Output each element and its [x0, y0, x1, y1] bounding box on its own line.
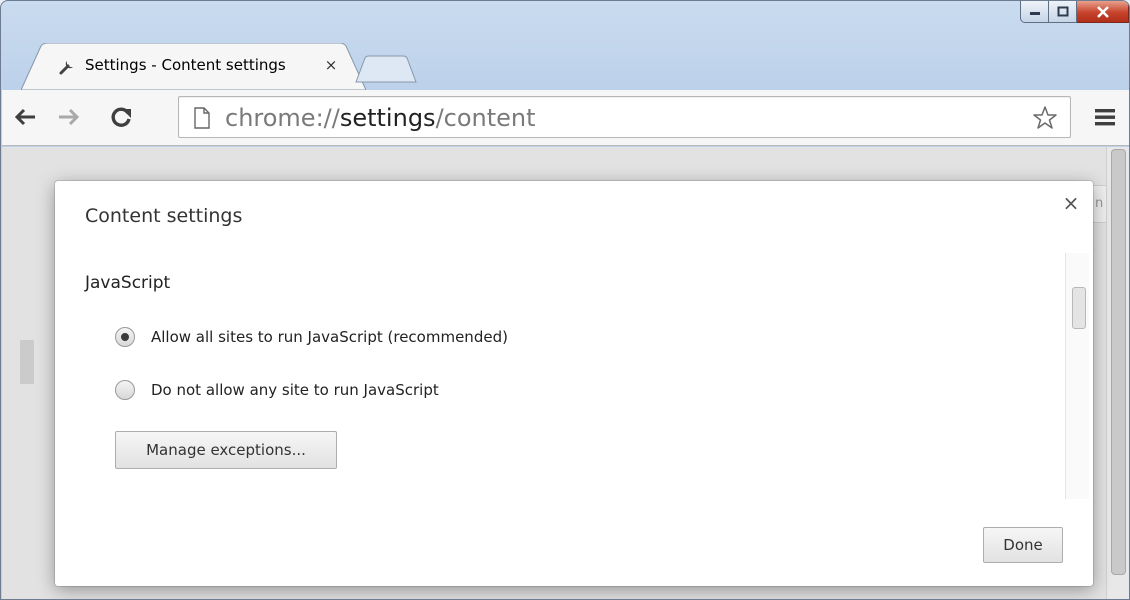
content-settings-dialog: Content settings × JavaScript Allow all …	[55, 181, 1093, 586]
url-scheme: chrome://	[225, 104, 340, 132]
back-button[interactable]	[10, 102, 40, 132]
dialog-scrollbar[interactable]	[1065, 253, 1089, 499]
maximize-button[interactable]	[1049, 1, 1077, 23]
window-caption-buttons	[1020, 1, 1129, 27]
close-icon	[1096, 5, 1109, 18]
menu-icon[interactable]	[1092, 103, 1118, 131]
toolbar: chrome://settings/content	[2, 90, 1129, 146]
maximize-icon	[1057, 6, 1068, 17]
address-bar[interactable]: chrome://settings/content	[178, 96, 1071, 138]
url-host: settings	[339, 104, 436, 132]
reload-icon	[111, 107, 131, 127]
minimize-icon	[1029, 11, 1040, 15]
page-icon	[194, 107, 210, 129]
background-sidebar-fragment	[20, 340, 34, 384]
minimize-button[interactable]	[1020, 1, 1049, 23]
tab-title: Settings - Content settings	[85, 56, 286, 74]
url-text[interactable]: chrome://settings/content	[225, 103, 536, 133]
tab-close-icon[interactable]: ×	[323, 57, 339, 73]
radio-button-checked[interactable]	[115, 327, 135, 347]
page-scrollbar[interactable]	[1106, 147, 1129, 599]
new-tab-button[interactable]	[355, 55, 417, 83]
star-icon[interactable]	[1032, 105, 1058, 131]
forward-button[interactable]	[54, 102, 84, 132]
dialog-close-icon[interactable]: ×	[1059, 191, 1083, 215]
close-window-button[interactable]	[1077, 1, 1129, 23]
forward-arrow-icon	[59, 108, 80, 126]
url-path: /content	[435, 104, 536, 132]
javascript-block-option[interactable]: Do not allow any site to run JavaScript	[115, 380, 439, 400]
javascript-allow-option[interactable]: Allow all sites to run JavaScript (recom…	[115, 327, 508, 347]
dialog-scroll-thumb[interactable]	[1072, 287, 1086, 329]
javascript-block-label: Do not allow any site to run JavaScript	[151, 381, 439, 399]
dialog-title: Content settings	[85, 205, 243, 227]
browser-window: Settings - Content settings × chrome://s…	[0, 0, 1130, 600]
javascript-section-title: JavaScript	[85, 273, 171, 293]
wrench-icon	[59, 61, 73, 75]
back-arrow-icon	[14, 108, 35, 126]
javascript-allow-label: Allow all sites to run JavaScript (recom…	[151, 328, 508, 346]
page-scroll-thumb[interactable]	[1111, 149, 1126, 575]
done-button[interactable]: Done	[983, 527, 1063, 563]
reload-button[interactable]	[106, 102, 136, 132]
radio-button-unchecked[interactable]	[115, 380, 135, 400]
manage-exceptions-button[interactable]: Manage exceptions...	[115, 431, 337, 469]
